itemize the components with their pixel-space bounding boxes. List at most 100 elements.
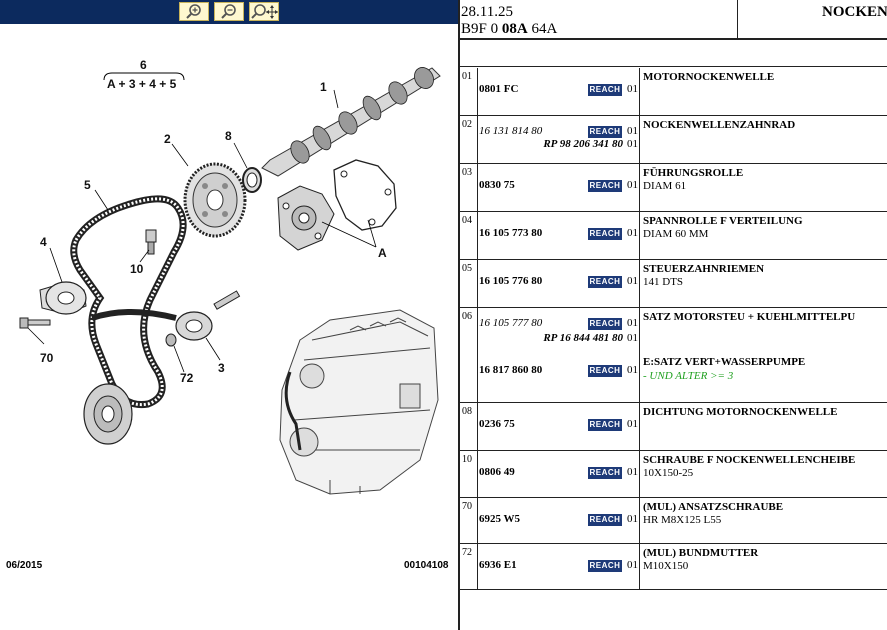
reach-badge-button[interactable]: REACH [588, 318, 622, 330]
part-number[interactable]: 0801 FC [479, 83, 518, 95]
parts-row[interactable]: 06 16 105 777 80 REACH RP 16 844 481 80 16 8… [460, 308, 887, 403]
reach-badge-button[interactable]: REACH [588, 276, 622, 288]
zoom-in-button[interactable] [179, 2, 209, 21]
zoom-in-icon [186, 4, 201, 19]
zoom-fit-icon [251, 4, 278, 19]
header-code-prefix: B9F 0 [461, 21, 499, 37]
position-number: 02 [462, 119, 472, 130]
quantity-cell: 01 [624, 451, 640, 497]
description-cell: FÜHRUNGSROLLE DIAM 61 [641, 164, 887, 211]
camshaft-sprocket-drawing [183, 162, 247, 238]
quantity-value: 01 [627, 83, 638, 95]
callout-70[interactable]: 70 [40, 351, 54, 365]
replacement-part-number[interactable]: RP 98 206 341 80 [543, 138, 623, 150]
description-cell: MOTORNOCKENWELLE [641, 68, 887, 115]
part-number[interactable]: 6936 E1 [479, 559, 517, 571]
zoom-out-button[interactable] [214, 2, 244, 21]
reach-badge-button[interactable]: REACH [588, 365, 622, 377]
parts-row[interactable]: 01 0801 FC REACH 01 MOTORNOCKENWELLE [460, 68, 887, 116]
parts-row[interactable]: 03 0830 75 REACH 01 FÜHRUNGSROLLE DIAM 61 [460, 164, 887, 212]
sprocket-bolt-drawing [145, 229, 157, 255]
callout-4[interactable]: 4 [40, 235, 47, 249]
part-number-cell: 0801 FC REACH [478, 68, 624, 115]
quantity-cell: 01 [624, 164, 640, 211]
part-detail: DIAM 61 [643, 180, 687, 192]
reach-badge-button[interactable]: REACH [588, 560, 622, 572]
position-cell: 72 [460, 544, 478, 589]
part-description: E:SATZ VERT+WASSERPUMPE [643, 356, 806, 368]
part-detail: - UND ALTER >= 3 [643, 370, 734, 382]
part-number-cell: 16 105 776 80 REACH [478, 260, 624, 307]
quantity-cell: 01 01 01 [624, 308, 640, 402]
parts-row[interactable]: 05 16 105 776 80 REACH 01 STEUERZAHNRIEMEN 14… [460, 260, 887, 308]
part-number[interactable]: 16 817 860 80 [479, 364, 542, 376]
part-detail: DIAM 60 MM [643, 228, 709, 240]
position-cell: 05 [460, 260, 478, 307]
reach-badge-button[interactable]: REACH [588, 514, 622, 526]
part-number[interactable]: 6925 W5 [479, 513, 520, 525]
camshaft-drawing [261, 67, 441, 177]
header-code: B9F 0 08A 64A [461, 21, 557, 38]
header-title: NOCKEN [822, 4, 887, 20]
parts-row[interactable]: 02 16 131 814 80 REACH RP 98 206 341 80 01 01… [460, 116, 887, 164]
callout-1[interactable]: 1 [320, 80, 327, 94]
description-cell: STEUERZAHNRIEMEN 141 DTS [641, 260, 887, 307]
part-description: (MUL) BUNDMUTTER [643, 547, 759, 559]
reach-badge-button[interactable]: REACH [588, 84, 622, 96]
header-date: 28.11.25 [461, 4, 513, 20]
position-number: 03 [462, 167, 472, 178]
part-detail: HR M8X125 L55 [643, 514, 722, 526]
part-description: (MUL) ANSATZSCHRAUBE [643, 501, 784, 513]
callout-2[interactable]: 2 [164, 132, 171, 146]
description-cell: SPANNROLLE F VERTEILUNG DIAM 60 MM [641, 212, 887, 259]
zoom-fit-button[interactable] [249, 2, 279, 21]
reach-badge-button[interactable]: REACH [588, 228, 622, 240]
reach-badge-button[interactable]: REACH [588, 419, 622, 431]
quantity-value: 01 [627, 418, 638, 430]
quantity-value: 01 [627, 513, 638, 525]
parts-row[interactable]: 70 6925 W5 REACH 01 (MUL) ANSATZSCHRAUBE HR M… [460, 498, 887, 544]
part-number[interactable]: 0830 75 [479, 179, 515, 191]
footer-date: 06/2015 [6, 560, 43, 571]
part-number[interactable]: 0236 75 [479, 418, 515, 430]
part-description: SPANNROLLE F VERTEILUNG [643, 215, 803, 227]
part-number-cell: 16 105 773 80 REACH [478, 212, 624, 259]
parts-row[interactable]: 04 16 105 773 80 REACH 01 SPANNROLLE F VERTE… [460, 212, 887, 260]
part-detail: M10X150 [643, 560, 689, 572]
part-number[interactable]: 16 105 777 80 [479, 317, 542, 329]
part-number-cell: 0236 75 REACH [478, 403, 624, 450]
position-cell: 01 [460, 68, 478, 115]
reach-badge-button[interactable]: REACH [588, 126, 622, 138]
pump-gasket-drawing [333, 159, 397, 231]
callout-72[interactable]: 72 [180, 371, 194, 385]
callout-5[interactable]: 5 [84, 178, 91, 192]
parts-row[interactable]: 08 0236 75 REACH 01 DICHTUNG MOTORNOCKENWELL… [460, 403, 887, 451]
parts-row[interactable]: 72 6936 E1 REACH 01 (MUL) BUNDMUTTER M10X150 [460, 544, 887, 590]
part-number-cell: 16 131 814 80 REACH RP 98 206 341 80 [478, 116, 624, 163]
quantity-value: 01 [627, 317, 638, 329]
callout-10[interactable]: 10 [130, 262, 144, 276]
reach-badge-button[interactable]: REACH [588, 180, 622, 192]
parts-row[interactable]: 10 0806 49 REACH 01 SCHRAUBE F NOCKENWELLENC… [460, 451, 887, 498]
part-number-cell: 6936 E1 REACH [478, 544, 624, 589]
callout-3[interactable]: 3 [218, 361, 225, 375]
part-number[interactable]: 16 105 773 80 [479, 227, 542, 239]
idler-roller-drawing [175, 290, 241, 341]
quantity-value: 01 [627, 466, 638, 478]
callout-A[interactable]: A [378, 246, 387, 260]
header-spacer [460, 42, 887, 67]
quantity-cell: 01 01 [624, 116, 640, 163]
position-number: 04 [462, 215, 472, 226]
reach-badge-button[interactable]: REACH [588, 467, 622, 479]
exploded-parts-diagram: 6 A + 3 + 4 + 5 1 2 8 A 5 10 4 70 3 72 0… [6, 58, 449, 571]
part-number[interactable]: 16 131 814 80 [479, 125, 542, 137]
part-number[interactable]: 0806 49 [479, 466, 515, 478]
part-number[interactable]: 16 105 776 80 [479, 275, 542, 287]
callout-8[interactable]: 8 [225, 129, 232, 143]
quantity-value: 01 [627, 227, 638, 239]
replacement-part-number[interactable]: RP 16 844 481 80 [543, 332, 623, 344]
position-cell: 03 [460, 164, 478, 211]
position-cell: 10 [460, 451, 478, 497]
collar-nut-drawing [165, 333, 177, 347]
callout-6[interactable]: 6 [140, 58, 147, 72]
